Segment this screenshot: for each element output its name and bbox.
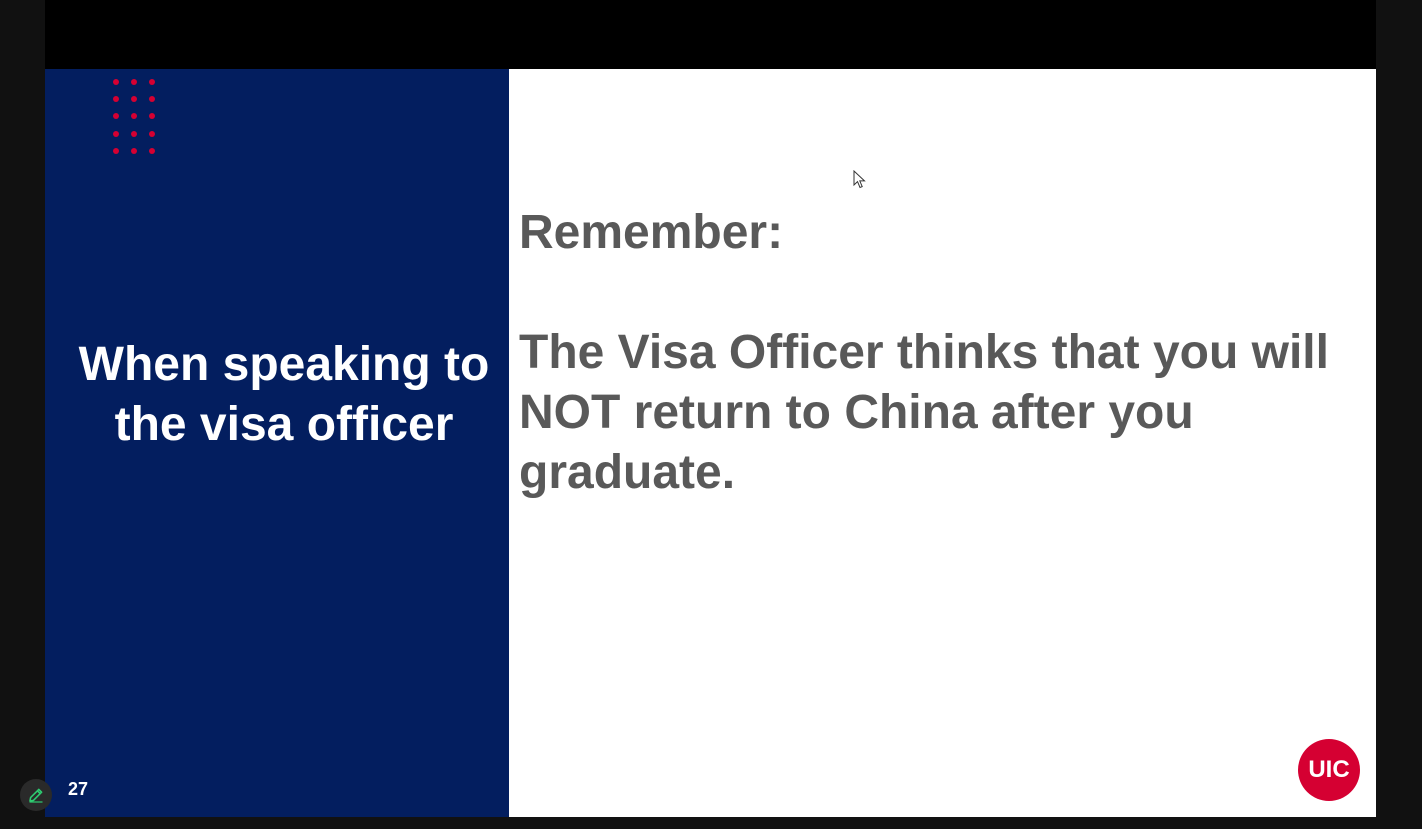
slide-message: The Visa Officer thinks that you will NO…: [519, 326, 1329, 499]
slide: When speaking to the visa officer 27 Rem…: [45, 69, 1376, 817]
slide-section-title: When speaking to the visa officer: [78, 338, 490, 451]
presentation-screen: When speaking to the visa officer 27 Rem…: [0, 0, 1422, 829]
decorative-dot-grid: [111, 77, 159, 157]
annotate-button[interactable]: [20, 779, 52, 811]
slide-page-number: 27: [68, 779, 89, 799]
dot-grid-graphic: [113, 79, 155, 154]
uic-logo: UIC: [1298, 739, 1360, 801]
text-spacer: [519, 263, 1359, 323]
slide-heading: Remember:: [519, 206, 784, 259]
top-letterbox-bar: [45, 0, 1376, 69]
slide-main-text: Remember: The Visa Officer thinks that y…: [519, 203, 1359, 503]
mouse-cursor-icon: [853, 170, 866, 189]
pencil-icon: [29, 788, 43, 803]
slide-left-panel: When speaking to the visa officer 27: [45, 69, 509, 817]
